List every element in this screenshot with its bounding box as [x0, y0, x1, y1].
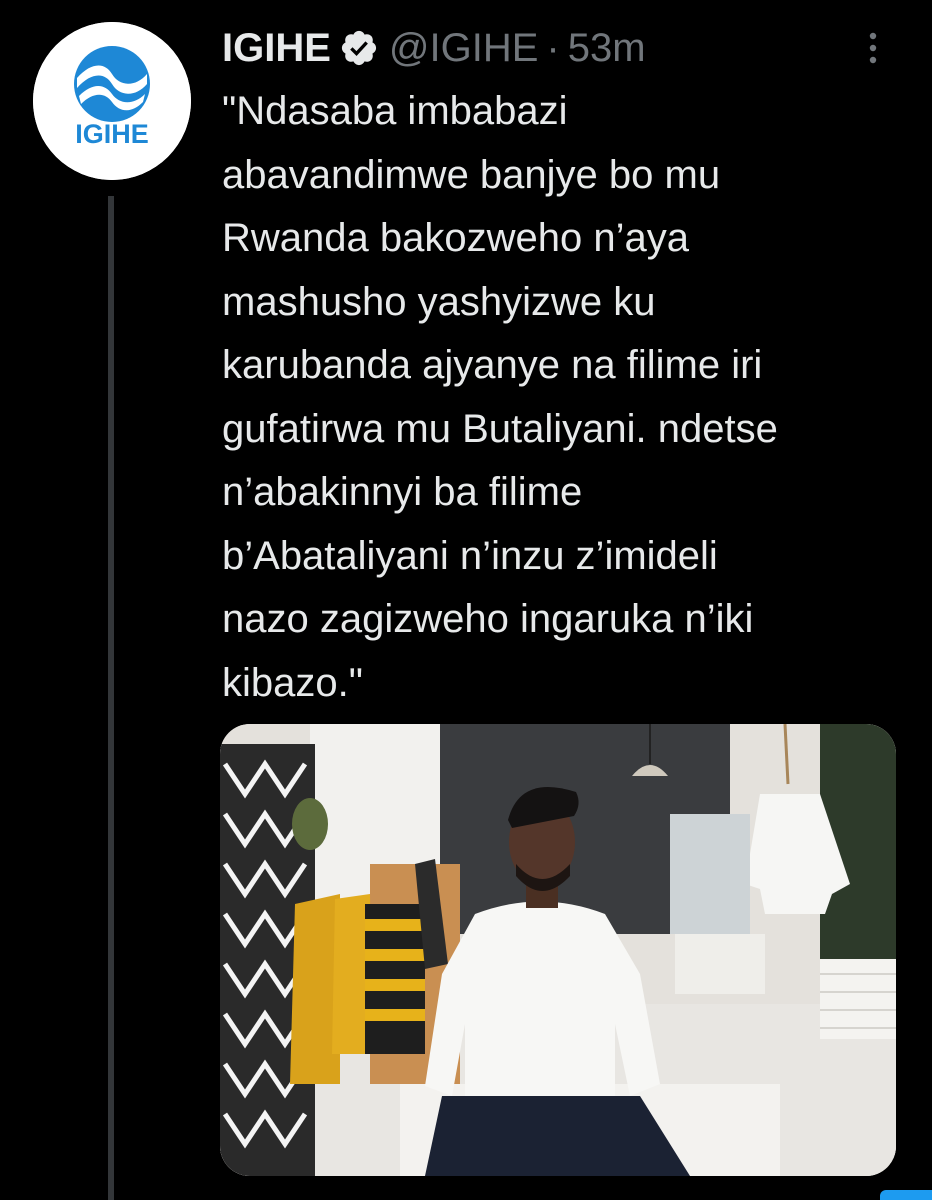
- timestamp[interactable]: 53m: [568, 22, 646, 74]
- tweet[interactable]: IGIHE IGIHE @IGIHE · 53m "Ndasaba imbaba…: [0, 0, 932, 1200]
- tweet-header: IGIHE @IGIHE · 53m: [222, 22, 646, 74]
- more-vertical-icon[interactable]: [858, 28, 888, 68]
- verified-badge-icon: [339, 28, 379, 68]
- separator-dot: ·: [546, 26, 560, 70]
- tweet-text: "Ndasaba imbabazi abavandimwe banjye bo …: [222, 89, 778, 705]
- thread-line: [108, 196, 114, 1200]
- avatar-logo-text: IGIHE: [75, 119, 149, 149]
- compose-button-edge[interactable]: [880, 1190, 932, 1200]
- igihe-logo-icon: IGIHE: [33, 22, 191, 180]
- display-name[interactable]: IGIHE: [222, 22, 331, 74]
- handle[interactable]: @IGIHE: [389, 22, 539, 74]
- avatar[interactable]: IGIHE: [33, 22, 191, 180]
- tweet-media-photo[interactable]: [220, 724, 896, 1176]
